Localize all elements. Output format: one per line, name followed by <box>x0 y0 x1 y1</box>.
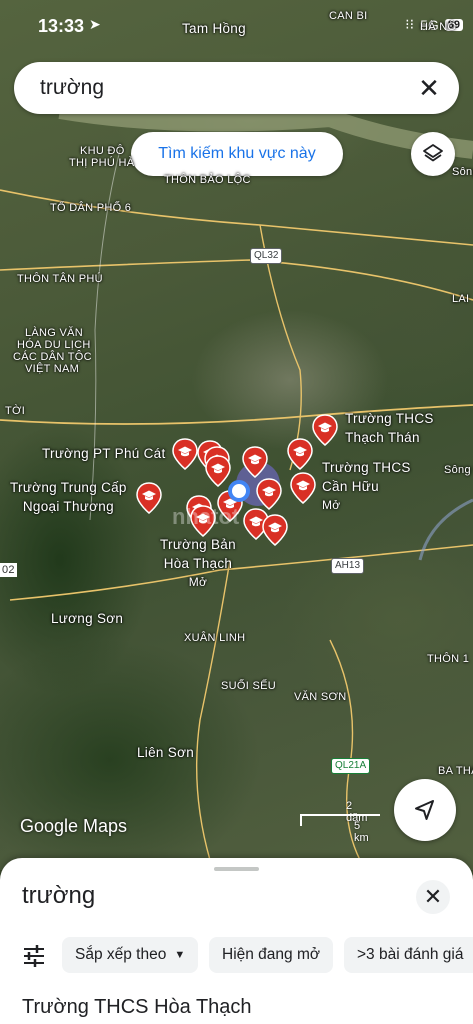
map-label-to-dan-pho-6: TỔ DÂN PHỐ 6 <box>50 202 132 214</box>
map-label-thon-1: THÔN 1 <box>427 653 470 665</box>
layers-button[interactable] <box>411 132 455 176</box>
map-label-road-02: 02 <box>0 563 17 577</box>
place-label-line: Trường Trung Cấp <box>10 480 127 495</box>
school-pin-icon[interactable] <box>287 438 313 470</box>
map-label-ha-noi: HÀ NÔ <box>420 21 457 33</box>
search-bar[interactable]: trường ✕ <box>14 62 459 114</box>
school-pin-icon[interactable] <box>242 446 268 478</box>
map-label-tam-hong: Tam Hồng <box>182 21 246 36</box>
navigate-button[interactable] <box>394 779 456 841</box>
place-label-line: Cần Hữu <box>322 479 379 494</box>
road-badge-ql21a: QL21A <box>331 758 371 774</box>
drag-handle[interactable] <box>214 867 259 871</box>
status-time: 13:33 <box>38 16 85 36</box>
rating-chip[interactable]: >3 bài đánh giá <box>344 937 473 973</box>
place-label-trung-cap-ngoai-thuong[interactable]: Trường Trung Cấp Ngoại Thương <box>10 478 127 516</box>
map-label-song: Sông <box>452 166 473 178</box>
map-label-thon-bao-loc: THÔN BẢO LỘC <box>164 174 251 186</box>
sort-chip[interactable]: Sắp xếp theo ▼ <box>62 937 199 973</box>
scale-km: 5 km <box>354 820 369 844</box>
place-label-thcs-can-huu[interactable]: Trường THCS Cần Hữu Mở <box>322 458 411 515</box>
school-pin-icon[interactable] <box>172 438 198 470</box>
map-label-thon-tan-phu: THÔN TÂN PHÚ <box>17 273 103 285</box>
google-maps-logo: Google Maps <box>20 816 128 836</box>
place-status-open: Mở <box>322 498 341 512</box>
school-pin-icon[interactable] <box>312 414 338 446</box>
map-label-lai: LAI <box>452 293 470 305</box>
map-label-suoi-seu: SUỐI SẾU <box>221 680 276 692</box>
map-label-ba-tha: BA THA <box>438 765 473 777</box>
map-label-luong-son: Lương Sơn <box>51 611 124 626</box>
clear-search-icon[interactable]: ✕ <box>413 72 445 104</box>
place-label-line: Ngoại Thương <box>22 499 114 514</box>
school-pin-icon[interactable] <box>205 455 231 487</box>
sort-chip-label: Sắp xếp theo <box>75 946 167 963</box>
search-this-area-button[interactable]: Tìm kiếm khu vực này <box>131 132 343 176</box>
school-pin-icon[interactable] <box>290 472 316 504</box>
location-arrow-icon: ➤ <box>89 16 101 32</box>
dropdown-caret-icon: ▼ <box>174 949 186 961</box>
place-label-pt-phu-cat[interactable]: Trường PT Phú Cát <box>42 444 166 463</box>
school-pin-icon[interactable] <box>136 482 162 514</box>
map-label-viet-nam: VIỆT NAM <box>25 363 80 375</box>
road-badge-ql32: QL32 <box>250 248 283 264</box>
map-label-lien-son: Liên Sơn <box>137 745 195 760</box>
place-label-line: Trường THCS <box>322 460 411 475</box>
map-label-toi: TỜI <box>5 405 26 417</box>
map-label-can-bi: CAN BI <box>329 10 368 22</box>
open-now-chip[interactable]: Hiện đang mở <box>209 937 334 973</box>
scale-tick <box>300 816 302 826</box>
navigation-arrow-icon <box>415 800 434 820</box>
filter-chips: Sắp xếp theo ▼ Hiện đang mở >3 bài đánh g… <box>0 937 473 975</box>
close-sheet-icon[interactable]: ✕ <box>416 880 450 914</box>
place-label-line: Trường THCS <box>345 411 434 426</box>
scale-bar <box>300 814 380 816</box>
place-label-line: Thạch Thán <box>345 430 420 445</box>
filter-sliders-icon[interactable] <box>22 945 46 967</box>
current-location-dot <box>228 480 250 502</box>
place-status-open: Mở <box>188 575 208 589</box>
map-label-thi-phu-ha: THỊ PHÚ HÀ <box>69 157 135 169</box>
map-label-xuan-linh: XUÂN LINH <box>184 632 246 644</box>
place-label-line: Hòa Thạch <box>163 556 233 571</box>
results-sheet[interactable]: trường ✕ Sắp xếp theo ▼ Hiện đang mở >3 b… <box>0 858 473 1024</box>
result-item-title[interactable]: Trường THCS Hòa Thạch <box>22 996 252 1019</box>
school-pin-icon[interactable] <box>262 514 288 546</box>
signal-icon: ⁝⁝ <box>405 16 415 32</box>
place-label-line: Trường Bản <box>160 537 236 552</box>
place-label-thcs-thach-than[interactable]: Trường THCS Thạch Thán <box>345 409 434 447</box>
place-label-ban-hoa-thach[interactable]: Trường Bản Hòa Thạch Mở <box>160 535 236 592</box>
map-label-song-da: Sông Đà <box>444 464 473 476</box>
layers-icon <box>423 144 443 162</box>
map-label-van-son: VĂN SƠN <box>294 691 347 703</box>
school-pin-icon[interactable] <box>256 478 282 510</box>
road-badge-ah13: AH13 <box>331 558 365 574</box>
sheet-title: trường <box>22 882 96 909</box>
search-input[interactable]: trường <box>40 76 104 100</box>
watermark: nhatot <box>172 504 240 529</box>
